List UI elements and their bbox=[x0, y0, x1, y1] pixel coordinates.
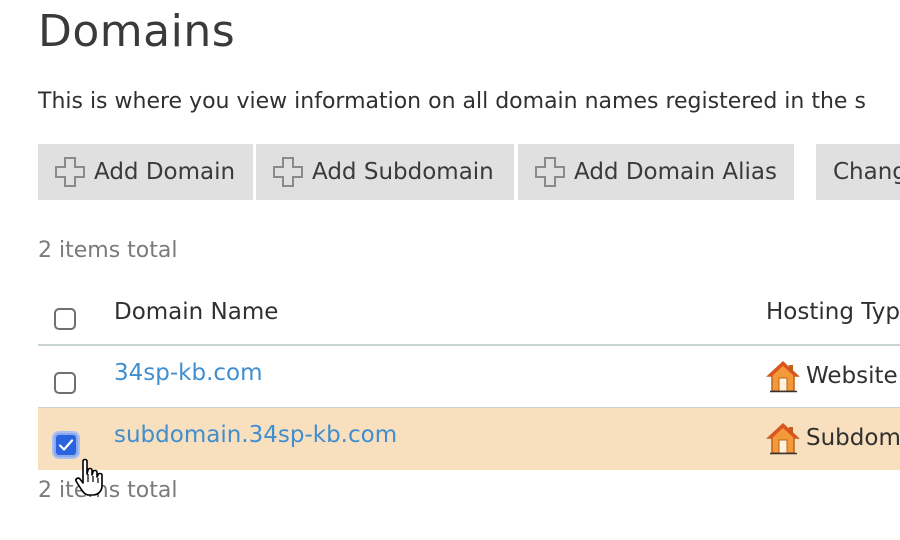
hosting-type-label: Subdom bbox=[806, 425, 900, 451]
hosting-type-cell: Website bbox=[766, 359, 898, 393]
column-header-domain-name[interactable]: Domain Name bbox=[114, 299, 278, 325]
domain-link[interactable]: 34sp-kb.com bbox=[114, 360, 263, 386]
page-description: This is where you view information on al… bbox=[38, 89, 866, 114]
hand-cursor-icon bbox=[75, 458, 103, 496]
domain-link[interactable]: subdomain.34sp-kb.com bbox=[114, 422, 397, 448]
hosting-type-cell: Subdom bbox=[766, 421, 900, 455]
add-domain-alias-label: Add Domain Alias bbox=[574, 159, 777, 185]
change-button[interactable]: Chang bbox=[816, 144, 900, 200]
change-label: Chang bbox=[833, 159, 900, 185]
plus-icon bbox=[273, 157, 303, 187]
add-domain-button[interactable]: Add Domain bbox=[38, 144, 253, 200]
table-header: Domain Name Hosting Typ bbox=[38, 284, 900, 346]
checkmark-icon bbox=[58, 439, 74, 451]
plus-icon bbox=[535, 157, 565, 187]
table-row-selected: subdomain.34sp-kb.com Subdom bbox=[38, 408, 900, 470]
add-domain-label: Add Domain bbox=[94, 159, 236, 185]
domains-table: Domain Name Hosting Typ 34sp-kb.com Webs… bbox=[38, 284, 900, 470]
select-all-checkbox[interactable] bbox=[54, 308, 76, 330]
row-checkbox[interactable] bbox=[54, 372, 76, 394]
house-icon bbox=[766, 360, 800, 393]
column-header-hosting-type[interactable]: Hosting Typ bbox=[766, 299, 900, 325]
add-subdomain-label: Add Subdomain bbox=[312, 159, 494, 185]
add-domain-alias-button[interactable]: Add Domain Alias bbox=[518, 144, 794, 200]
page-title: Domains bbox=[38, 6, 236, 57]
row-checkbox-checked[interactable] bbox=[54, 433, 78, 457]
items-total-top: 2 items total bbox=[38, 238, 178, 263]
add-subdomain-button[interactable]: Add Subdomain bbox=[256, 144, 514, 200]
hosting-type-label: Website bbox=[806, 363, 898, 389]
plus-icon bbox=[55, 157, 85, 187]
table-row: 34sp-kb.com Website bbox=[38, 346, 900, 408]
house-icon bbox=[766, 422, 800, 455]
